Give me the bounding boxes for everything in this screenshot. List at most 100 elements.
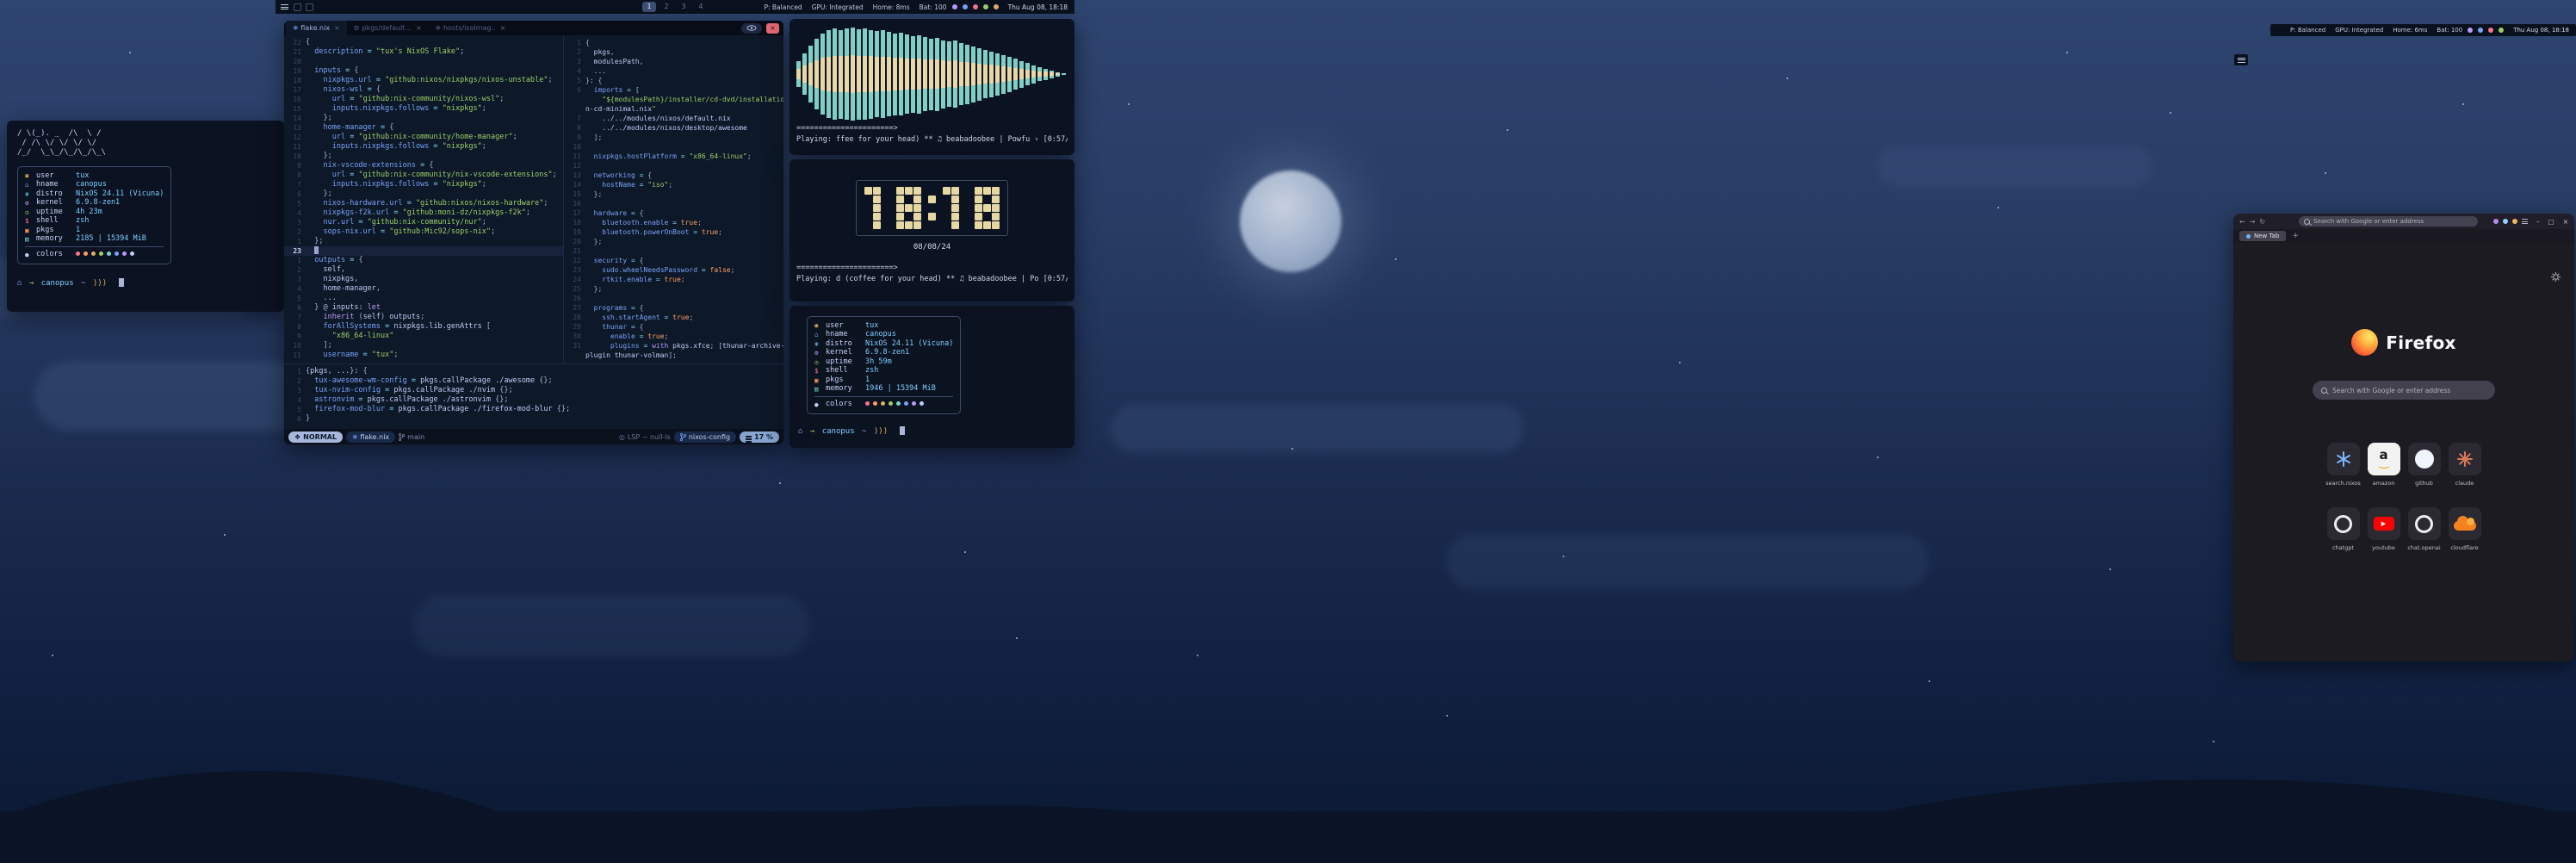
launcher-button[interactable] [2234,54,2248,65]
play-icon: ▶ [2381,517,2386,531]
color-dot [99,251,103,256]
firefox-window[interactable]: ← → ↻ – □ × New Tab + [2233,214,2574,661]
volume-icon[interactable] [2468,28,2473,33]
url-bar[interactable] [2299,216,2478,227]
fetch-value: zsh [76,216,89,226]
line-number: 1 [284,256,306,265]
lsp-label: LSP ~ null-ls [628,433,671,441]
workspace-button-2[interactable]: 2 [659,2,673,12]
firefox-logo-icon [2351,329,2378,356]
minimize-button[interactable]: – [2536,218,2540,226]
tab-hosts-isoimage[interactable]: ❄ hosts/isoImag.. × [429,21,513,35]
terminal-window-fetch-left[interactable]: / \(_). _ /\ \ / / /\ \/ \/ \/ \//_/ \_\… [7,121,284,312]
search-input[interactable] [2332,387,2486,394]
power-icon[interactable] [994,4,999,9]
fetch-value: 1 [76,226,80,235]
terminal-window-fetch-right[interactable]: ☻usertux⌂hnamecanopus❄distroNixOS 24.11 … [790,306,1074,448]
shortcut-chat-openai[interactable]: chat.openai [2404,507,2444,551]
line-number: 10 [284,152,306,161]
workspace-button-4[interactable]: 4 [694,2,708,12]
terminal-window-clock[interactable]: 08/08/24 ======================> Playing… [790,159,1074,301]
terminal-window-visualizer[interactable]: ======================> Playing: ffee fo… [790,19,1074,155]
shortcut-cloudflare[interactable]: cloudflare [2444,507,2485,551]
top-bar-secondary: P: BalancedGPU: IntegratedHome: 6msBat: … [2270,24,2576,36]
shortcut-amazon[interactable]: a amazon [2363,443,2404,487]
editor-pane-pkgs[interactable]: 1{pkgs, ...}: {2 tux-awesome-wm-config =… [284,363,783,429]
code-line: 26 [564,294,783,303]
line-number: 8 [564,123,585,133]
fetch-divider [25,246,164,247]
prompt-host: canopus [822,427,855,436]
firefox-tab-strip: New Tab + [2233,229,2574,243]
fetch-row: ☻usertux [814,321,953,331]
line-number: 10 [284,341,306,351]
code-line: 21 [564,246,783,256]
close-tab-icon[interactable]: × [334,24,340,32]
shortcut-claude[interactable]: claude [2444,443,2485,487]
forward-icon[interactable]: → [2250,218,2256,226]
statusline-file: ❄ flake.nix [346,432,395,443]
shell-prompt[interactable]: ⌂ → canopus ~ ))) [798,426,1066,437]
code-line: n-cd-minimal.nix" [564,104,783,114]
personalize-gear-icon[interactable] [2551,269,2561,285]
menu-icon[interactable] [281,4,288,9]
cava-bar [833,28,837,121]
fetch-label: uptime [826,357,865,367]
lsp-icon: ◎ [619,433,625,441]
network-icon[interactable] [963,4,968,9]
editor-pane-iso[interactable]: 1{2 pkgs,3 modulesPath,4 ...5}: {6 impor… [564,35,783,363]
tray-icon-1[interactable] [294,3,301,11]
back-icon[interactable]: ← [2239,218,2245,226]
tab-flake-nix[interactable]: ❄ flake.nix × [286,21,347,35]
new-tab-button[interactable]: + [2292,232,2299,240]
workspace-button-3[interactable]: 3 [677,2,690,12]
code-line: 22{ [284,38,563,47]
tab-pkgs-default[interactable]: ⚙ pkgs/default... × [347,21,429,35]
shortcut-label: claude [2455,480,2474,487]
close-tab-icon[interactable]: × [500,24,506,32]
shell-prompt[interactable]: ⌂ → canopus ~ ))) [17,278,274,289]
extension-icon[interactable] [2493,219,2499,224]
network-icon[interactable] [2478,28,2483,33]
close-button[interactable]: × [2563,218,2568,226]
color-dot [130,251,134,256]
window-close-button[interactable]: × [766,23,779,34]
code-line: 4 ... [564,66,783,76]
shortcut-search-nixos[interactable]: search.nixos [2323,443,2363,487]
repo-indicator: nixos-config [674,432,736,443]
shield-icon[interactable] [2512,219,2517,224]
maximize-button[interactable]: □ [2548,218,2554,226]
volume-icon[interactable] [952,4,957,9]
fetch-value: 3h 59m [865,357,892,367]
close-tab-icon[interactable]: × [416,24,422,32]
app-menu-icon[interactable] [2522,219,2528,223]
prompt-host: canopus [41,279,74,288]
account-icon[interactable] [2503,219,2508,224]
url-input[interactable] [2313,218,2473,225]
statusline: ❖ NORMAL ❄ flake.nix main ◎ LSP ~ null-l… [284,429,783,444]
shortcut-youtube[interactable]: ▶ youtube [2363,507,2404,551]
notifications-icon[interactable] [2488,28,2493,33]
shortcut-github[interactable]: github [2404,443,2444,487]
line-number: 7 [284,313,306,322]
tab-new-tab[interactable]: New Tab [2239,231,2286,241]
code-line: 14 hostName = "iso"; [564,180,783,189]
cava-bar [851,28,855,121]
notifications-icon[interactable] [973,4,978,9]
neovim-window[interactable]: ❄ flake.nix × ⚙ pkgs/default... × ❄ host… [284,21,783,444]
search-bar[interactable] [2313,381,2495,400]
tray-icon-2[interactable] [306,3,313,11]
battery-icon[interactable] [2499,28,2504,33]
line-number: 31 [564,341,585,351]
line-number: 11 [564,152,585,161]
eye-button[interactable] [741,23,762,34]
editor-pane-flake[interactable]: 22{21 description = "tux's NixOS Flake";… [284,35,564,363]
battery-icon[interactable] [983,4,988,9]
shortcut-chatgpt[interactable]: chatgpt [2323,507,2363,551]
code-line: 4 astronvim = pkgs.callPackage ./astronv… [284,395,783,405]
cava-bar [881,30,885,118]
workspace-button-1[interactable]: 1 [642,2,656,12]
reload-icon[interactable]: ↻ [2259,218,2265,226]
cava-bar [808,46,813,102]
line-number: 16 [564,199,585,208]
